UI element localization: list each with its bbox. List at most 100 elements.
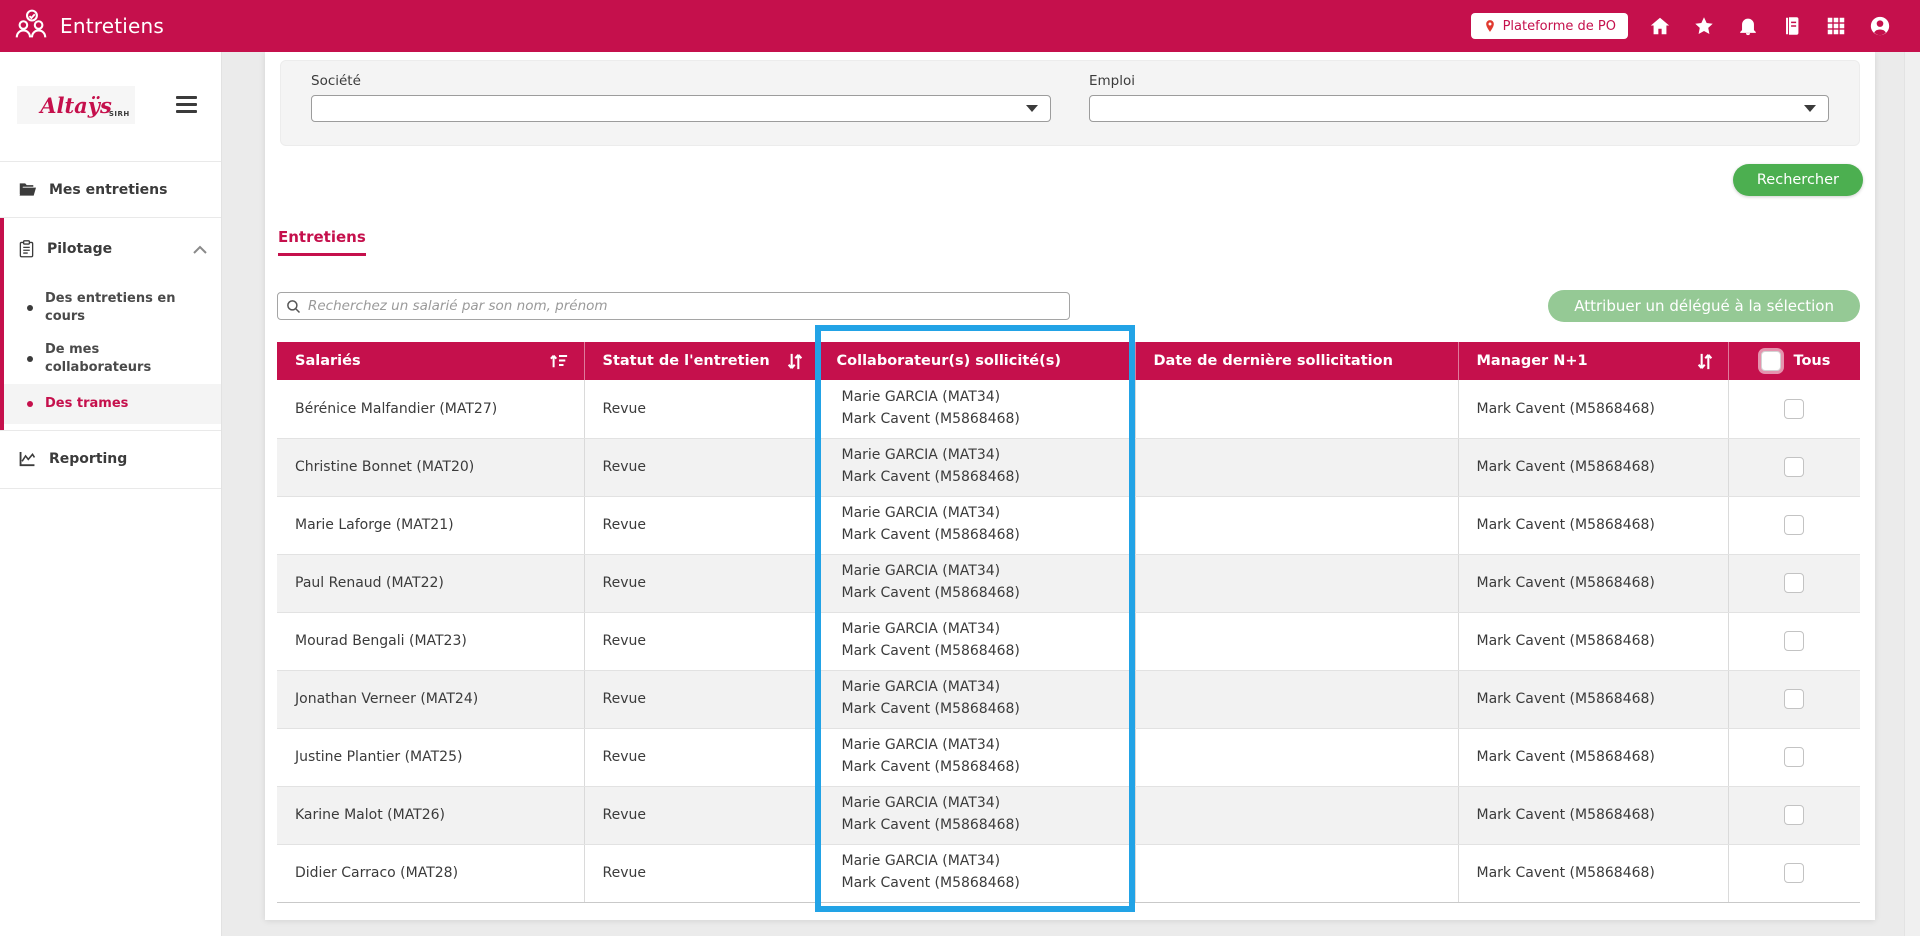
sidebar-subitem-mes-collaborateurs[interactable]: De mes collaborateurs: [0, 333, 221, 384]
row-checkbox[interactable]: [1784, 573, 1804, 593]
sidebar-item-mes-entretiens[interactable]: Mes entretiens: [0, 162, 221, 218]
brand-name: Altaÿs: [40, 93, 112, 118]
sidebar-header: Altaÿs SIRH: [0, 52, 221, 162]
row-checkbox[interactable]: [1784, 747, 1804, 767]
row-checkbox[interactable]: [1784, 631, 1804, 651]
chevron-up-icon: [193, 245, 207, 254]
caret-down-icon: [1804, 105, 1816, 112]
col-header-statut[interactable]: Statut de l'entretien: [584, 342, 818, 380]
cell-manager: Mark Cavent (M5868468): [1458, 670, 1728, 728]
manual-icon[interactable]: [1780, 14, 1804, 38]
cell-statut: Revue: [584, 496, 818, 554]
cell-date: [1135, 786, 1458, 844]
cell-manager: Mark Cavent (M5868468): [1458, 380, 1728, 438]
sidebar-item-reporting[interactable]: Reporting: [0, 431, 221, 489]
filter-societe: Société: [311, 73, 1051, 145]
cell-statut: Revue: [584, 728, 818, 786]
platform-badge-label: Plateforme de PO: [1503, 19, 1616, 34]
col-header-salaries[interactable]: Salariés: [277, 342, 584, 380]
sidebar-item-pilotage[interactable]: Pilotage: [0, 218, 221, 280]
table-row[interactable]: Christine Bonnet (MAT20) Revue Marie GAR…: [277, 438, 1860, 496]
star-icon[interactable]: [1692, 14, 1716, 38]
filter-emploi: Emploi: [1089, 73, 1829, 145]
col-header-manager[interactable]: Manager N+1: [1458, 342, 1728, 380]
cell-salarie: Christine Bonnet (MAT20): [277, 438, 584, 496]
table-row[interactable]: Bérénice Malfandier (MAT27) Revue Marie …: [277, 380, 1860, 438]
clipboard-icon: [19, 240, 34, 258]
entretiens-app-icon: [12, 7, 50, 45]
cell-salarie: Justine Plantier (MAT25): [277, 728, 584, 786]
col-header-collaborateurs[interactable]: Collaborateur(s) sollicité(s): [818, 342, 1135, 380]
app-title: Entretiens: [60, 14, 164, 38]
home-icon[interactable]: [1648, 14, 1672, 38]
entretiens-table: Salariés Statut de l'entretien: [277, 342, 1860, 903]
table-row[interactable]: Mourad Bengali (MAT23) Revue Marie GARCI…: [277, 612, 1860, 670]
cell-collaborateurs: Marie GARCIA (MAT34) Mark Cavent (M58684…: [818, 438, 1135, 496]
col-header-date-sollicitation[interactable]: Date de dernière sollicitation: [1135, 342, 1458, 380]
sidebar-subitem-des-trames[interactable]: Des trames: [0, 384, 221, 424]
sort-amount-icon[interactable]: [548, 352, 574, 370]
cell-statut: Revue: [584, 670, 818, 728]
cell-statut: Revue: [584, 380, 818, 438]
table-row[interactable]: Marie Laforge (MAT21) Revue Marie GARCIA…: [277, 496, 1860, 554]
sidebar: Altaÿs SIRH Mes entretiens Pilotage: [0, 52, 222, 936]
row-checkbox[interactable]: [1784, 805, 1804, 825]
cell-statut: Revue: [584, 844, 818, 902]
attribuer-delegue-button[interactable]: Attribuer un délégué à la sélection: [1548, 290, 1860, 322]
cell-salarie: Mourad Bengali (MAT23): [277, 612, 584, 670]
row-checkbox[interactable]: [1784, 399, 1804, 419]
bell-icon[interactable]: [1736, 14, 1760, 38]
cell-collaborateurs: Marie GARCIA (MAT34) Mark Cavent (M58684…: [818, 554, 1135, 612]
cell-date: [1135, 844, 1458, 902]
tab-entretiens[interactable]: Entretiens: [278, 228, 366, 256]
bullet-icon: [27, 305, 33, 311]
table-row[interactable]: Karine Malot (MAT26) Revue Marie GARCIA …: [277, 786, 1860, 844]
sort-arrows-icon[interactable]: [1696, 352, 1718, 371]
table-header-row: Salariés Statut de l'entretien: [277, 342, 1860, 380]
table-row[interactable]: Jonathan Verneer (MAT24) Revue Marie GAR…: [277, 670, 1860, 728]
cell-date: [1135, 438, 1458, 496]
col-header-tous: Tous: [1728, 342, 1860, 380]
cell-salarie: Jonathan Verneer (MAT24): [277, 670, 584, 728]
sidebar-group-pilotage: Pilotage Des entretiens en cours De mes …: [0, 218, 221, 431]
account-icon[interactable]: [1868, 14, 1892, 38]
cell-date: [1135, 728, 1458, 786]
table-row[interactable]: Didier Carraco (MAT28) Revue Marie GARCI…: [277, 844, 1860, 902]
page-scrollbar[interactable]: [1904, 52, 1920, 936]
sidebar-item-label: Mes entretiens: [49, 182, 167, 198]
row-checkbox[interactable]: [1784, 689, 1804, 709]
filter-panel: Société Emploi: [280, 60, 1860, 146]
cell-statut: Revue: [584, 554, 818, 612]
rechercher-button[interactable]: Rechercher: [1733, 164, 1863, 196]
row-checkbox[interactable]: [1784, 515, 1804, 535]
menu-toggle-icon[interactable]: [176, 96, 197, 113]
select-all-checkbox[interactable]: [1761, 351, 1781, 371]
cell-manager: Mark Cavent (M5868468): [1458, 844, 1728, 902]
row-checkbox[interactable]: [1784, 863, 1804, 883]
cell-collaborateurs: Marie GARCIA (MAT34) Mark Cavent (M58684…: [818, 844, 1135, 902]
sidebar-subitem-entretiens-en-cours[interactable]: Des entretiens en cours: [0, 282, 221, 333]
sort-arrows-icon[interactable]: [786, 352, 808, 371]
salarie-search-field: [277, 292, 1070, 320]
row-checkbox[interactable]: [1784, 457, 1804, 477]
cell-statut: Revue: [584, 612, 818, 670]
table-row[interactable]: Justine Plantier (MAT25) Revue Marie GAR…: [277, 728, 1860, 786]
societe-select[interactable]: [311, 95, 1051, 122]
cell-salarie: Karine Malot (MAT26): [277, 786, 584, 844]
cell-date: [1135, 554, 1458, 612]
platform-badge[interactable]: Plateforme de PO: [1471, 13, 1628, 39]
cell-statut: Revue: [584, 786, 818, 844]
cell-salarie: Bérénice Malfandier (MAT27): [277, 380, 584, 438]
cell-manager: Mark Cavent (M5868468): [1458, 786, 1728, 844]
salarie-search-input[interactable]: [308, 298, 1061, 314]
altays-logo[interactable]: Altaÿs SIRH: [17, 86, 135, 124]
cell-date: [1135, 670, 1458, 728]
apps-grid-icon[interactable]: [1824, 14, 1848, 38]
pilotage-sub-list: Des entretiens en cours De mes collabora…: [0, 280, 221, 430]
table-row[interactable]: Paul Renaud (MAT22) Revue Marie GARCIA (…: [277, 554, 1860, 612]
cell-manager: Mark Cavent (M5868468): [1458, 496, 1728, 554]
societe-label: Société: [311, 73, 1051, 89]
cell-date: [1135, 612, 1458, 670]
emploi-select[interactable]: [1089, 95, 1829, 122]
sidebar-item-label: Pilotage: [47, 241, 112, 257]
